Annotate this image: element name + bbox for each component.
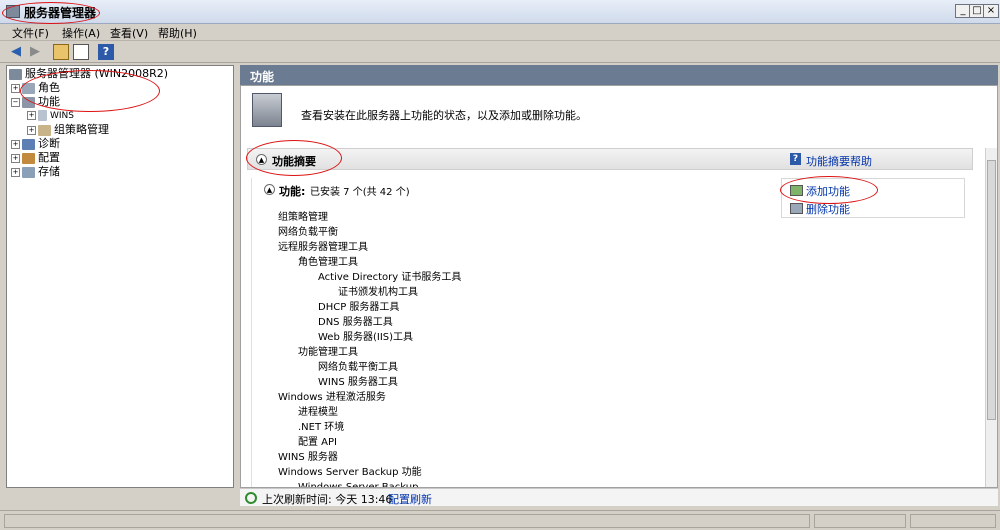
expand-icon[interactable]: +	[27, 111, 36, 120]
section-features-summary: ▲ 功能摘要 ? 功能摘要帮助	[247, 148, 973, 170]
tree-item-roles[interactable]: + 角色	[11, 81, 233, 95]
expand-icon[interactable]: +	[11, 139, 20, 149]
list-item: DNS 服务器工具	[318, 317, 393, 328]
expand-icon[interactable]: +	[11, 167, 20, 177]
pane-header: 功能	[240, 65, 998, 85]
tree-root[interactable]: 服务器管理器 (WIN2008R2)	[9, 67, 233, 81]
server-manager-icon	[6, 5, 20, 18]
vertical-scrollbar[interactable]	[985, 148, 997, 487]
back-arrow-icon[interactable]: ◀	[8, 44, 24, 60]
features-icon	[22, 96, 35, 108]
list-item: Web 服务器(IIS)工具	[318, 332, 414, 343]
last-refresh-text: 上次刷新时间: 今天 13:46	[262, 493, 393, 506]
up-folder-icon[interactable]	[53, 44, 69, 60]
list-item: 功能管理工具	[298, 347, 358, 358]
title-bar: 服务器管理器 _ □ ×	[0, 0, 1000, 24]
status-cell-2	[814, 514, 906, 528]
tree-item-wins[interactable]: + WINS	[27, 109, 233, 123]
tree-item-configuration[interactable]: + 配置	[11, 151, 233, 165]
refresh-bar: 上次刷新时间: 今天 13:46 配置刷新	[240, 488, 998, 506]
list-item: 配置 API	[298, 437, 337, 448]
intro-text: 查看安装在此服务器上功能的状态，以及添加或删除功能。	[301, 109, 587, 122]
expand-icon[interactable]: +	[11, 153, 20, 163]
features-collapse-icon[interactable]: ▲	[264, 184, 275, 195]
status-cell-3	[910, 514, 996, 528]
status-bar	[0, 510, 1000, 530]
list-item: 网络负载平衡	[278, 227, 338, 238]
menu-view[interactable]: 查看(V)	[108, 25, 150, 41]
tree-item-diagnostics[interactable]: + 诊断	[11, 137, 233, 151]
menu-bar: 文件(F) 操作(A) 查看(V) 帮助(H)	[0, 24, 1000, 41]
actions-box: 添加功能 删除功能	[781, 178, 965, 218]
refresh-icon[interactable]	[245, 492, 257, 504]
wins-icon	[38, 110, 47, 121]
features-label: 功能:	[279, 185, 306, 198]
section-collapse-icon[interactable]: ▲	[256, 154, 267, 165]
storage-icon	[22, 166, 35, 178]
details-pane: 查看安装在此服务器上功能的状态，以及添加或删除功能。 ▲ 功能摘要 ? 功能摘要…	[240, 85, 998, 488]
list-item: Active Directory 证书服务工具	[318, 272, 462, 283]
console-tree: 服务器管理器 (WIN2008R2) + 角色 − 功能 + WINS + 组策略管理 …	[6, 65, 234, 488]
add-feature-icon	[790, 185, 803, 196]
roles-icon	[22, 82, 35, 94]
section-help-link[interactable]: 功能摘要帮助	[806, 153, 872, 169]
close-button[interactable]: ×	[983, 4, 999, 18]
tree-item-storage[interactable]: + 存储	[11, 165, 233, 179]
list-item: 组策略管理	[278, 212, 328, 223]
diagnostics-icon	[22, 138, 35, 150]
list-item: 网络负载平衡工具	[318, 362, 398, 373]
list-item: .NET 环境	[298, 422, 345, 433]
list-item: 证书颁发机构工具	[338, 287, 418, 298]
help-icon[interactable]: ?	[790, 153, 801, 165]
expand-icon[interactable]: +	[27, 125, 36, 135]
collapse-icon[interactable]: −	[11, 97, 20, 107]
configure-refresh-link[interactable]: 配置刷新	[388, 491, 432, 507]
list-item: Windows Server Backup	[298, 482, 419, 488]
tree-item-group-policy[interactable]: + 组策略管理	[27, 123, 233, 137]
features-content: ▲ 功能: 已安装 7 个(共 42 个) 组策略管理 网络负载平衡 远程服务器…	[251, 178, 965, 488]
toolbar: ◀ ▶ ?	[0, 41, 1000, 63]
list-item: 进程模型	[298, 407, 338, 418]
group-policy-icon	[38, 124, 51, 136]
menu-file[interactable]: 文件(F)	[10, 25, 51, 41]
scrollbar-thumb[interactable]	[987, 160, 996, 420]
features-list: 组策略管理 网络负载平衡 远程服务器管理工具 角色管理工具 Active Dir…	[278, 210, 462, 488]
list-item: WINS 服务器	[278, 452, 338, 463]
list-item: DHCP 服务器工具	[318, 302, 400, 313]
menu-action[interactable]: 操作(A)	[60, 25, 102, 41]
features-toolbox-icon	[252, 93, 282, 127]
list-item: 角色管理工具	[298, 257, 358, 268]
list-item: Windows 进程激活服务	[278, 392, 386, 403]
configuration-icon	[22, 152, 35, 164]
menu-help[interactable]: 帮助(H)	[156, 25, 199, 41]
remove-features-link[interactable]: 删除功能	[806, 201, 850, 217]
list-item: WINS 服务器工具	[318, 377, 398, 388]
tree-item-features[interactable]: − 功能	[11, 95, 233, 109]
list-item: Windows Server Backup 功能	[278, 467, 422, 478]
add-features-link[interactable]: 添加功能	[806, 183, 850, 199]
expand-icon[interactable]: +	[11, 83, 20, 93]
server-icon	[9, 68, 22, 80]
section-title: 功能摘要	[272, 155, 316, 168]
help-icon[interactable]: ?	[98, 44, 114, 60]
window-title: 服务器管理器	[24, 6, 97, 20]
forward-arrow-icon[interactable]: ▶	[27, 44, 43, 60]
status-cell-main	[4, 514, 810, 528]
features-count: 已安装 7 个(共 42 个)	[310, 187, 410, 198]
show-hide-tree-icon[interactable]	[73, 44, 89, 60]
list-item: 远程服务器管理工具	[278, 242, 368, 253]
remove-feature-icon	[790, 203, 803, 214]
